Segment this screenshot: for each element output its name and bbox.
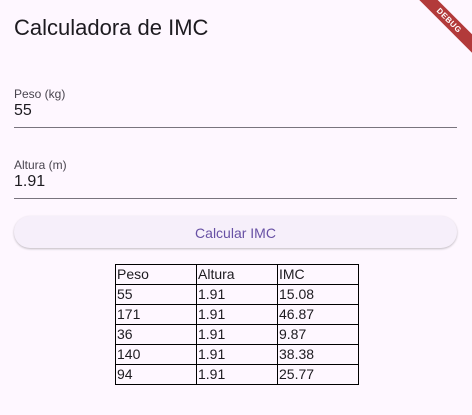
peso-field-label: Peso (kg) (14, 87, 66, 101)
table-row: 55 1.91 15.08 (115, 284, 359, 305)
cell-imc: 25.77 (277, 364, 359, 385)
cell-peso: 140 (115, 344, 197, 365)
cell-altura: 1.91 (196, 344, 278, 365)
table-row: 94 1.91 25.77 (115, 364, 359, 385)
calculate-imc-button[interactable]: Calcular IMC (14, 216, 457, 248)
debug-banner-label: DEBUG (412, 0, 472, 57)
results-table: Peso Altura IMC 55 1.91 15.08 171 1.91 4… (115, 264, 359, 385)
table-row: 36 1.91 9.87 (115, 324, 359, 345)
cell-altura: 1.91 (196, 324, 278, 345)
cell-imc: 9.87 (277, 324, 359, 345)
table-header-row: Peso Altura IMC (115, 264, 359, 285)
cell-altura: 1.91 (196, 304, 278, 325)
cell-peso: 94 (115, 364, 197, 385)
cell-peso: 55 (115, 284, 197, 305)
header-altura: Altura (196, 264, 278, 285)
table-row: 171 1.91 46.87 (115, 304, 359, 325)
cell-peso: 171 (115, 304, 197, 325)
header-imc: IMC (277, 264, 359, 285)
altura-field-label: Altura (m) (14, 158, 67, 172)
debug-banner: DEBUG (402, 0, 472, 70)
header-peso: Peso (115, 264, 197, 285)
cell-peso: 36 (115, 324, 197, 345)
table-row: 140 1.91 38.38 (115, 344, 359, 365)
cell-imc: 15.08 (277, 284, 359, 305)
cell-imc: 38.38 (277, 344, 359, 365)
peso-input[interactable] (14, 100, 457, 122)
page-title: Calculadora de IMC (14, 15, 209, 40)
altura-field-underline (14, 198, 457, 199)
cell-imc: 46.87 (277, 304, 359, 325)
peso-field-underline (14, 127, 457, 128)
cell-altura: 1.91 (196, 284, 278, 305)
cell-altura: 1.91 (196, 364, 278, 385)
altura-input[interactable] (14, 171, 457, 193)
